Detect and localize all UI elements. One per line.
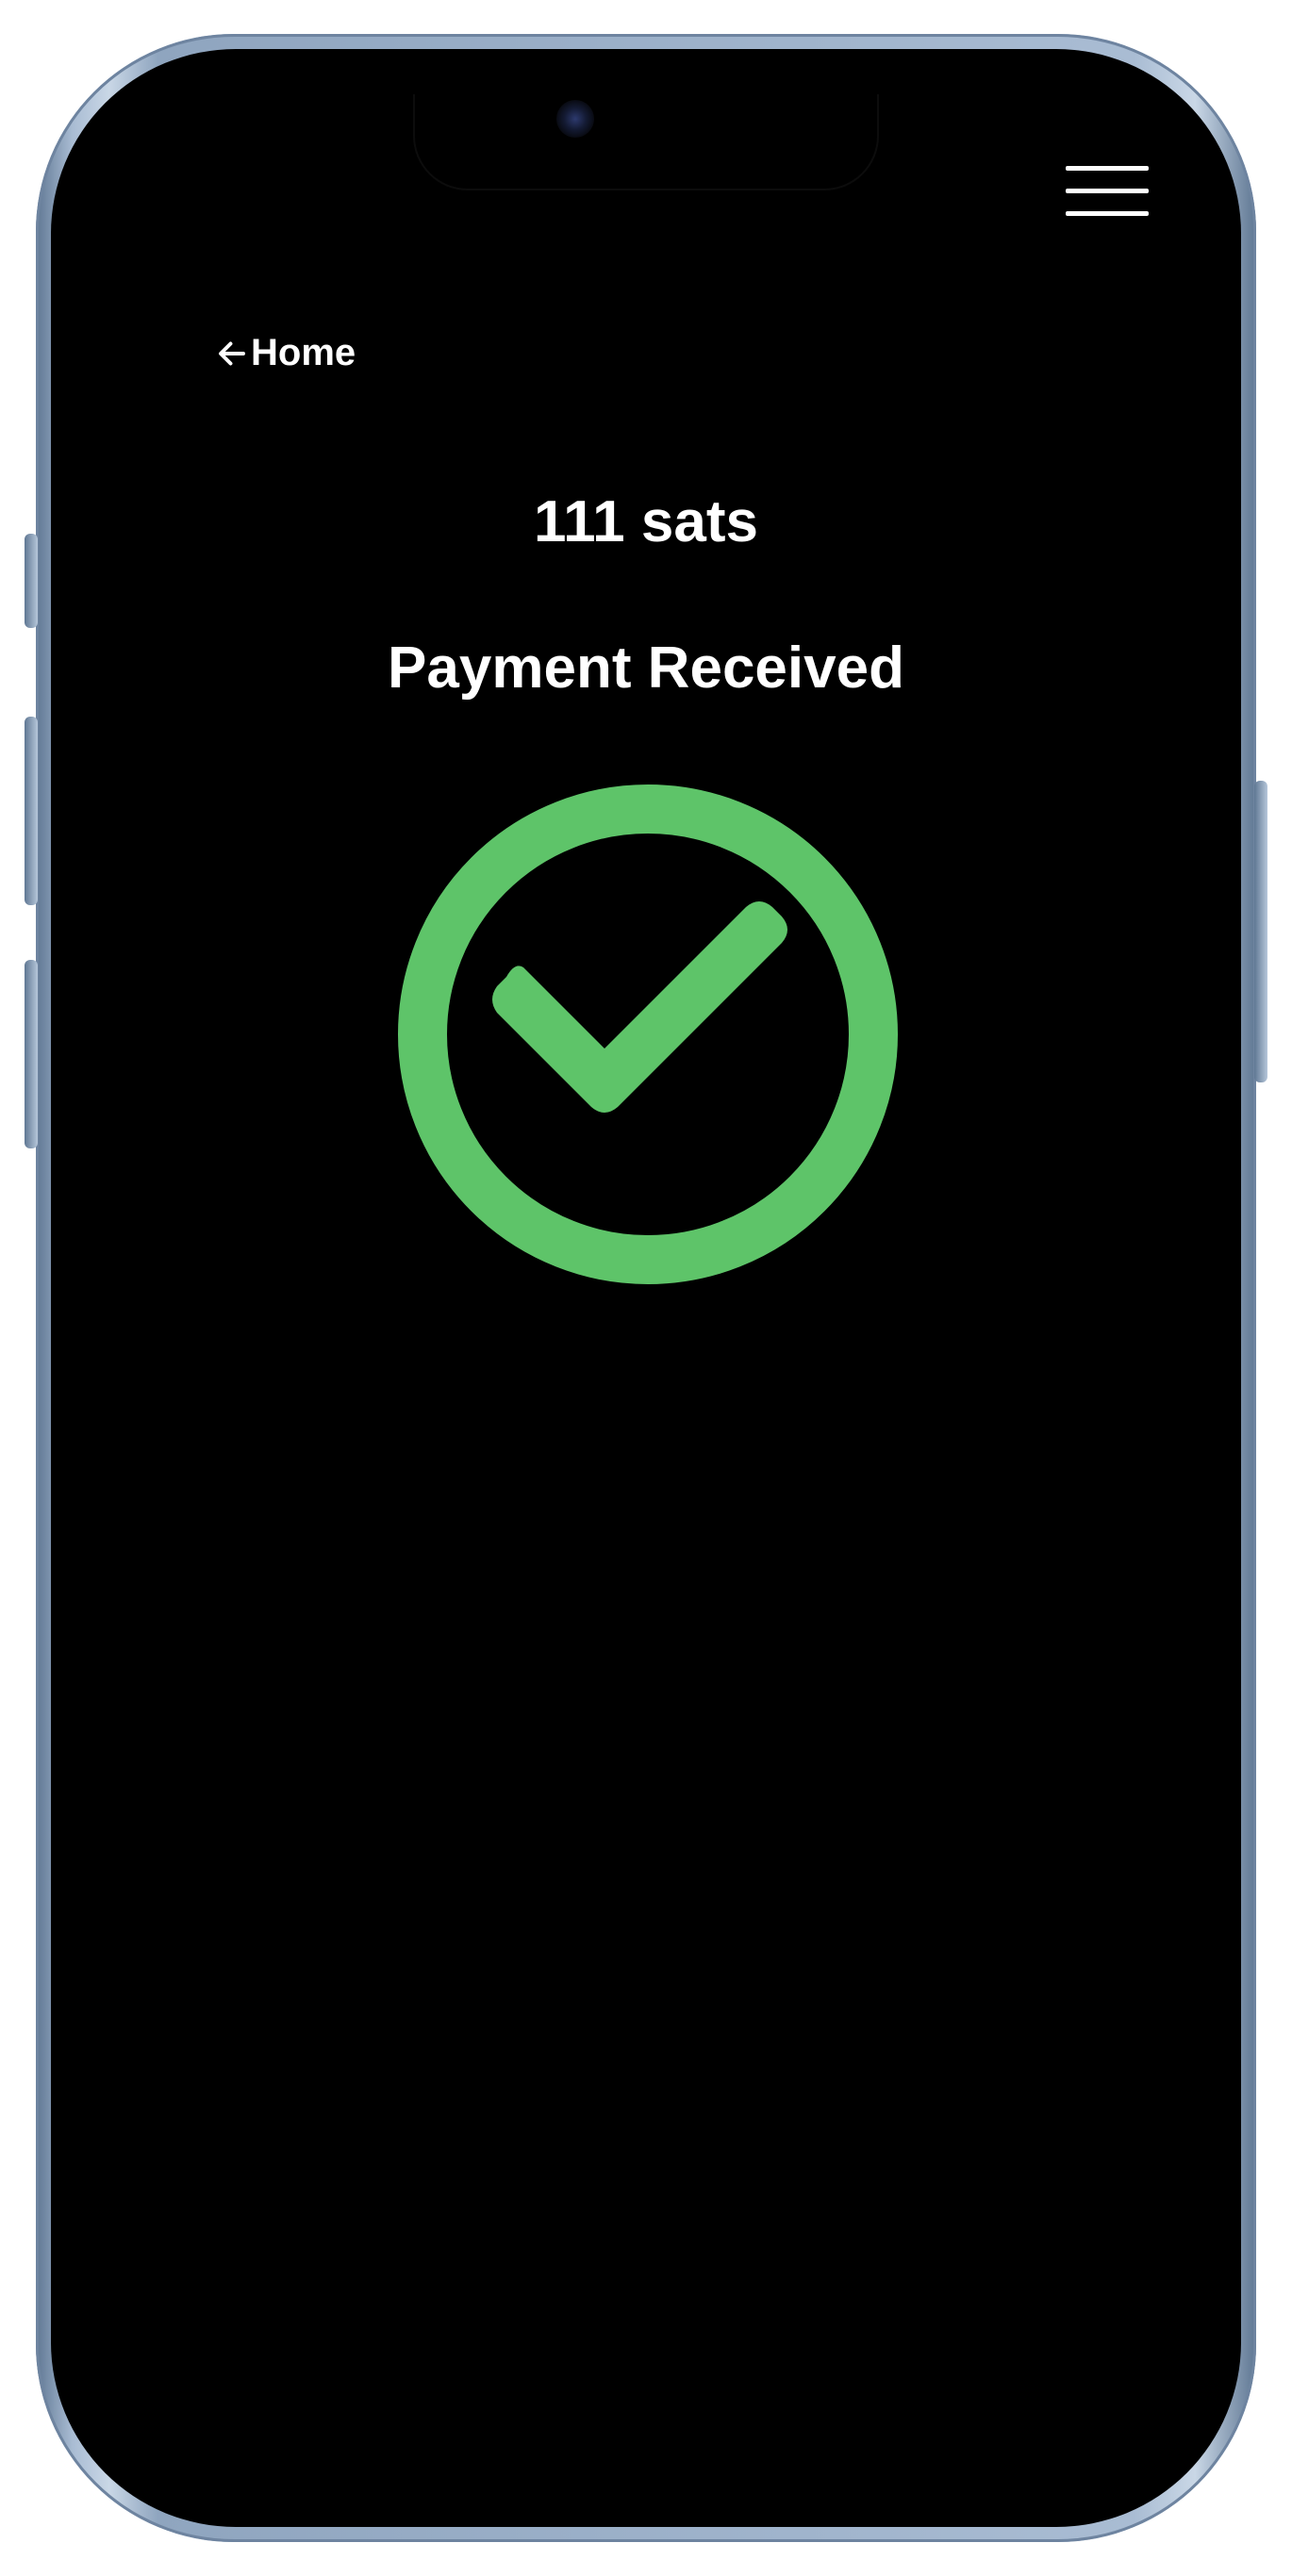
- power-button: [1254, 781, 1267, 1082]
- app-screen: Home 111 sats Payment Received: [94, 94, 1198, 2482]
- volume-down-button: [25, 960, 38, 1148]
- home-back-link[interactable]: Home: [215, 332, 356, 374]
- check-circle-icon: [398, 784, 898, 1284]
- home-link-label: Home: [251, 332, 356, 373]
- payment-amount: 111 sats: [534, 489, 758, 554]
- payment-status: Payment Received: [388, 636, 904, 701]
- notch: [415, 94, 877, 189]
- arrow-left-icon: [219, 341, 245, 365]
- menu-button[interactable]: [1066, 160, 1149, 221]
- front-camera: [556, 100, 594, 138]
- volume-up-button: [25, 717, 38, 905]
- action-button: [25, 534, 38, 628]
